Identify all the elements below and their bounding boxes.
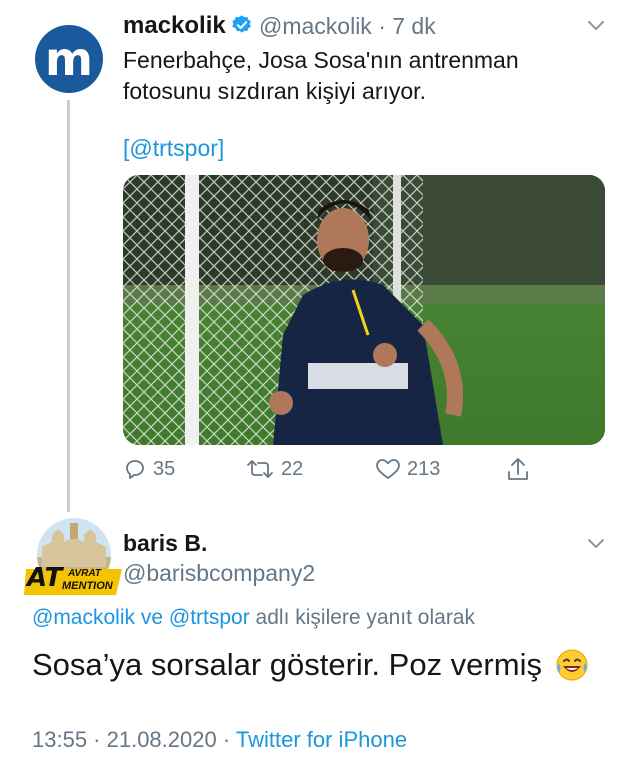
- tweet-author-handle[interactable]: @mackolik: [259, 13, 372, 39]
- reply-text: Sosa’ya sorsalar gösterir. Poz vermiş: [32, 647, 542, 682]
- verified-badge-icon: [232, 15, 251, 33]
- tweet-author-name[interactable]: mackolik: [123, 12, 226, 40]
- tweet-text: Fenerbahçe, Josa Sosa'nın antrenman foto…: [123, 47, 519, 104]
- avatar-text-at: AT: [27, 563, 63, 593]
- reply-author-handle[interactable]: @barisbcompany2: [123, 560, 315, 587]
- reply-count: 35: [153, 457, 176, 480]
- replying-suffix: adlı kişilere yanıt olarak: [249, 606, 475, 629]
- tweet-time-ago[interactable]: · 7 dk: [378, 13, 436, 39]
- chevron-down-icon[interactable]: [587, 538, 605, 550]
- baris-avatar[interactable]: AT AVRAT MENTION: [24, 517, 122, 597]
- tweet-source-link-line: [@trtspor]: [123, 135, 224, 162]
- reply-icon: [126, 460, 144, 479]
- trtspor-mention-link[interactable]: @trtspor: [129, 135, 218, 161]
- retweet-count: 22: [281, 457, 304, 480]
- replying-ve: ve: [135, 606, 169, 629]
- replying-mackolik-link[interactable]: @mackolik: [32, 606, 135, 629]
- training-photo-illustration: [123, 175, 605, 445]
- like-icon: [376, 459, 400, 479]
- laughing-tears-emoji-icon: [556, 649, 588, 681]
- reply-source-link[interactable]: Twitter for iPhone: [236, 727, 407, 752]
- avatar-text-avrat: AVRAT: [68, 568, 101, 579]
- mackolik-avatar[interactable]: m: [35, 25, 103, 93]
- chevron-down-icon[interactable]: [587, 20, 605, 32]
- bracket-close: ]: [217, 135, 225, 161]
- tweet-media-photo[interactable]: [123, 175, 605, 445]
- thread-line: [67, 100, 70, 512]
- like-count: 213: [407, 457, 441, 480]
- reply-author-name[interactable]: baris B.: [123, 530, 207, 557]
- reply-meta: 13:55 · 21.08.2020 · Twitter for iPhone: [32, 727, 407, 753]
- retweet-action[interactable]: 22: [245, 457, 303, 481]
- mackolik-logo: m: [45, 32, 93, 86]
- reply-action[interactable]: 35: [123, 457, 175, 481]
- replying-to: @mackolik ve @trtspor adlı kişilere yanı…: [32, 606, 475, 630]
- share-icon[interactable]: [506, 457, 530, 483]
- replying-trtspor-link[interactable]: @trtspor: [169, 606, 250, 629]
- reply-timestamp: 13:55 · 21.08.2020 ·: [32, 727, 236, 752]
- retweet-icon: [247, 460, 273, 478]
- like-action[interactable]: 213: [375, 457, 440, 481]
- tweet-handle-time: @mackolik · 7 dk: [259, 13, 436, 40]
- avatar-text-mention: MENTION: [62, 580, 113, 592]
